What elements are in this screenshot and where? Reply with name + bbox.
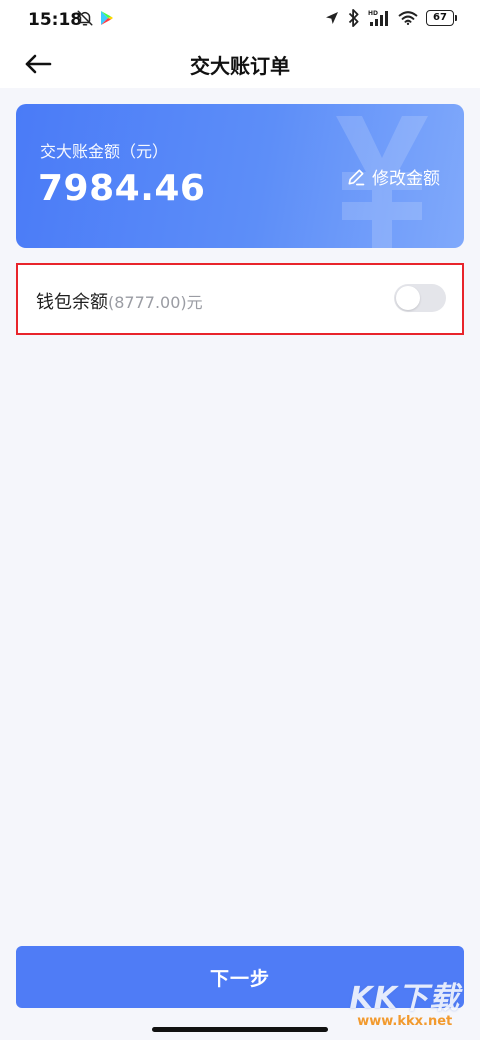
location-icon <box>326 12 338 24</box>
hd-signal-icon: HD <box>368 10 388 26</box>
header: 交大账订单 <box>0 40 480 88</box>
status-left-icons <box>76 9 114 27</box>
amount-card: 交大账金额（元） 7984.46 修改金额 <box>16 104 464 248</box>
next-step-button[interactable]: 下一步 <box>16 946 464 1008</box>
edit-amount-label: 修改金额 <box>372 169 440 189</box>
order-amount: 7984.46 <box>38 168 206 209</box>
battery-indicator: 67 <box>426 10 457 26</box>
watermark-url: www.kkx.net <box>357 1014 453 1029</box>
wifi-icon <box>398 11 418 25</box>
bell-off-icon <box>77 10 93 26</box>
toggle-knob <box>396 286 420 310</box>
wallet-toggle[interactable] <box>394 284 446 312</box>
home-indicator[interactable] <box>152 1027 328 1032</box>
page-title: 交大账订单 <box>190 54 290 78</box>
status-right-icons: HD 67 <box>324 9 457 27</box>
status-time: 15:18 <box>28 10 83 30</box>
wallet-label: 钱包余额(8777.00)元 <box>36 288 203 314</box>
card-label: 交大账金额（元） <box>40 142 169 161</box>
pencil-icon <box>348 169 365 185</box>
wallet-balance-row: 钱包余额(8777.00)元 <box>16 263 464 335</box>
play-store-icon <box>101 11 113 25</box>
wallet-balance: (8777.00)元 <box>108 293 203 312</box>
wallet-label-text: 钱包余额 <box>36 292 108 313</box>
edit-amount-button[interactable]: 修改金额 <box>346 164 440 189</box>
svg-text:HD: HD <box>368 10 378 17</box>
status-bar: 15:18 HD 67 <box>0 0 480 40</box>
bluetooth-icon <box>348 9 359 27</box>
